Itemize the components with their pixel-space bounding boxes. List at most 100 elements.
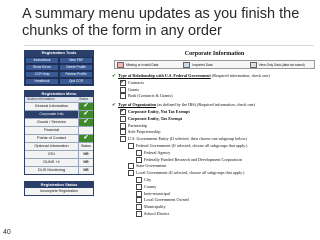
tool-button[interactable]: Instructions bbox=[25, 57, 59, 64]
menu-item-link[interactable]: DUNS +4 bbox=[25, 159, 79, 166]
menu-item-link[interactable]: DLIS Monitoring bbox=[25, 167, 79, 174]
tool-button[interactable]: Delete Profile bbox=[59, 64, 93, 71]
status-value: Incomplete Registration bbox=[25, 188, 93, 195]
menu-item-status: NR bbox=[79, 167, 93, 174]
form-section-heading: Type of Organization (as defined by the … bbox=[112, 102, 317, 109]
option-label: Federal Agency bbox=[144, 149, 171, 155]
menu-item-link[interactable]: General Information bbox=[25, 103, 79, 110]
menu-item-status: NR bbox=[79, 151, 93, 158]
form-title: Corporate Information bbox=[184, 51, 245, 57]
form-option: Municipality bbox=[112, 204, 317, 211]
registration-menu: Registration Menu Section Information St… bbox=[24, 90, 94, 175]
legend-label: Imported Data bbox=[192, 62, 213, 67]
section-complete-check-icon bbox=[112, 74, 117, 78]
tool-button[interactable]: CCR Help bbox=[25, 71, 59, 78]
complete-check-icon: ✔ bbox=[79, 135, 93, 142]
option-label: Sole Proprietorship bbox=[128, 129, 161, 135]
page-number: 40 bbox=[3, 229, 11, 236]
menu-row: Points of Contact ✔ bbox=[25, 134, 93, 142]
menu-item-status: Status bbox=[79, 143, 93, 150]
menu-column-headers: Section Information Status bbox=[25, 97, 93, 102]
tool-button[interactable]: View PDF bbox=[59, 57, 93, 64]
form-section-heading: Type of Relationship with U.S. Federal G… bbox=[112, 73, 317, 80]
form-option: Federally Funded Research and Developmen… bbox=[112, 157, 317, 164]
option-label: School District bbox=[144, 210, 170, 216]
option-label: Local Government bbox=[136, 170, 168, 176]
option-checkbox[interactable] bbox=[136, 183, 142, 190]
option-note: (If selected, choose all subgroups that … bbox=[170, 142, 248, 148]
legend-label: View-Only Data (data not saved) bbox=[258, 62, 305, 67]
legend-item: Imported Data bbox=[181, 61, 247, 68]
option-label: City bbox=[144, 176, 152, 182]
checkmark-icon: ✔ bbox=[120, 78, 125, 84]
menu-row: Corporate Info ✔ bbox=[25, 110, 93, 118]
option-label: U.S. Government Entity bbox=[128, 136, 169, 142]
option-checkbox[interactable] bbox=[136, 204, 142, 211]
menu-row: General Information ✔ bbox=[25, 102, 93, 110]
option-checkbox[interactable] bbox=[136, 149, 142, 156]
option-checkbox[interactable] bbox=[136, 190, 142, 197]
tool-button[interactable]: Show Errors bbox=[25, 64, 59, 71]
form-option: School District bbox=[112, 211, 317, 218]
slide-title: A summary menu updates as you finish the… bbox=[22, 6, 300, 39]
option-checkbox[interactable] bbox=[120, 93, 126, 100]
option-checkbox[interactable] bbox=[128, 170, 134, 177]
option-label: County bbox=[144, 183, 157, 189]
option-checkbox[interactable] bbox=[120, 129, 126, 136]
option-checkbox[interactable] bbox=[136, 197, 142, 204]
menu-row: Optional Information Status bbox=[25, 142, 93, 150]
tool-button[interactable]: Review Profile bbox=[59, 71, 93, 78]
option-label: Grants bbox=[128, 86, 140, 92]
menu-item-link[interactable]: Corporate Info bbox=[25, 111, 79, 118]
option-checkbox[interactable] bbox=[136, 176, 142, 183]
legend-swatch bbox=[117, 61, 124, 68]
registration-sidebar: Registration Tools Instructions View PDF S… bbox=[24, 50, 94, 240]
menu-item-link[interactable]: Optional Information bbox=[25, 143, 79, 150]
legend-item: Missing or Invalid Data bbox=[115, 61, 181, 68]
col-header-section: Section Information bbox=[27, 97, 55, 101]
option-note: (Required information, check one) bbox=[210, 73, 270, 78]
section-title: Type of Relationship with U.S. Federal G… bbox=[118, 73, 211, 78]
section-complete-check-icon bbox=[112, 103, 117, 107]
form-option: Corporate Entity, Tax Exempt bbox=[112, 116, 317, 123]
section-title: Type of Organization bbox=[118, 102, 157, 108]
form-option: ✔ Corporate Entity, Not Tax Exempt bbox=[112, 108, 317, 116]
option-checkbox[interactable]: ✔ bbox=[120, 78, 126, 86]
title-divider bbox=[24, 45, 314, 46]
option-note: (as defined by the IRS) (Required inform… bbox=[156, 102, 255, 108]
option-checkbox[interactable] bbox=[128, 163, 134, 170]
form-legend: Missing or Invalid Data Imported Data View… bbox=[114, 60, 315, 69]
complete-check-icon: ✔ bbox=[79, 119, 93, 126]
menu-item-status bbox=[79, 127, 93, 134]
option-checkbox[interactable] bbox=[136, 210, 142, 217]
menu-item-link[interactable]: Points of Contact bbox=[25, 135, 79, 142]
menu-item-link[interactable]: EDI bbox=[25, 151, 79, 158]
tool-button[interactable]: Quit CCR bbox=[59, 78, 93, 85]
form-option: Federal Government (If selected, choose … bbox=[112, 143, 317, 150]
option-checkbox[interactable]: ✔ bbox=[120, 108, 126, 116]
option-label: Federally Funded Research and Developmen… bbox=[144, 156, 242, 162]
legend-swatch bbox=[249, 61, 257, 68]
menu-row: Financial bbox=[25, 126, 93, 134]
form-option: ✔ Contracts bbox=[112, 78, 317, 87]
option-checkbox[interactable] bbox=[136, 156, 142, 163]
tool-button[interactable]: Handbook bbox=[25, 78, 59, 85]
menu-item-link[interactable]: Financial bbox=[25, 127, 79, 134]
option-checkbox[interactable] bbox=[128, 143, 134, 149]
form-option: Local Government (If selected, choose al… bbox=[112, 170, 317, 177]
col-header-status: Status bbox=[79, 97, 89, 101]
option-label: Municipality bbox=[144, 204, 166, 210]
option-checkbox[interactable] bbox=[120, 115, 126, 122]
menu-rows: General Information ✔ Corporate Info ✔ Goods… bbox=[25, 102, 93, 174]
menu-item-status: NR bbox=[79, 159, 93, 166]
option-checkbox[interactable] bbox=[120, 122, 126, 129]
menu-item-link[interactable]: Goods / Services bbox=[25, 119, 79, 126]
menu-row: Goods / Services ✔ bbox=[25, 118, 93, 126]
option-checkbox[interactable] bbox=[120, 86, 126, 93]
option-label: Contracts bbox=[128, 79, 145, 85]
option-checkbox[interactable] bbox=[120, 136, 126, 143]
menu-row: DLIS Monitoring NR bbox=[25, 166, 93, 174]
option-label: Corporate Entity, Not Tax Exempt bbox=[128, 108, 190, 114]
form-option: Both (Contracts & Grants) bbox=[112, 93, 317, 100]
option-label: State Government bbox=[136, 163, 167, 169]
